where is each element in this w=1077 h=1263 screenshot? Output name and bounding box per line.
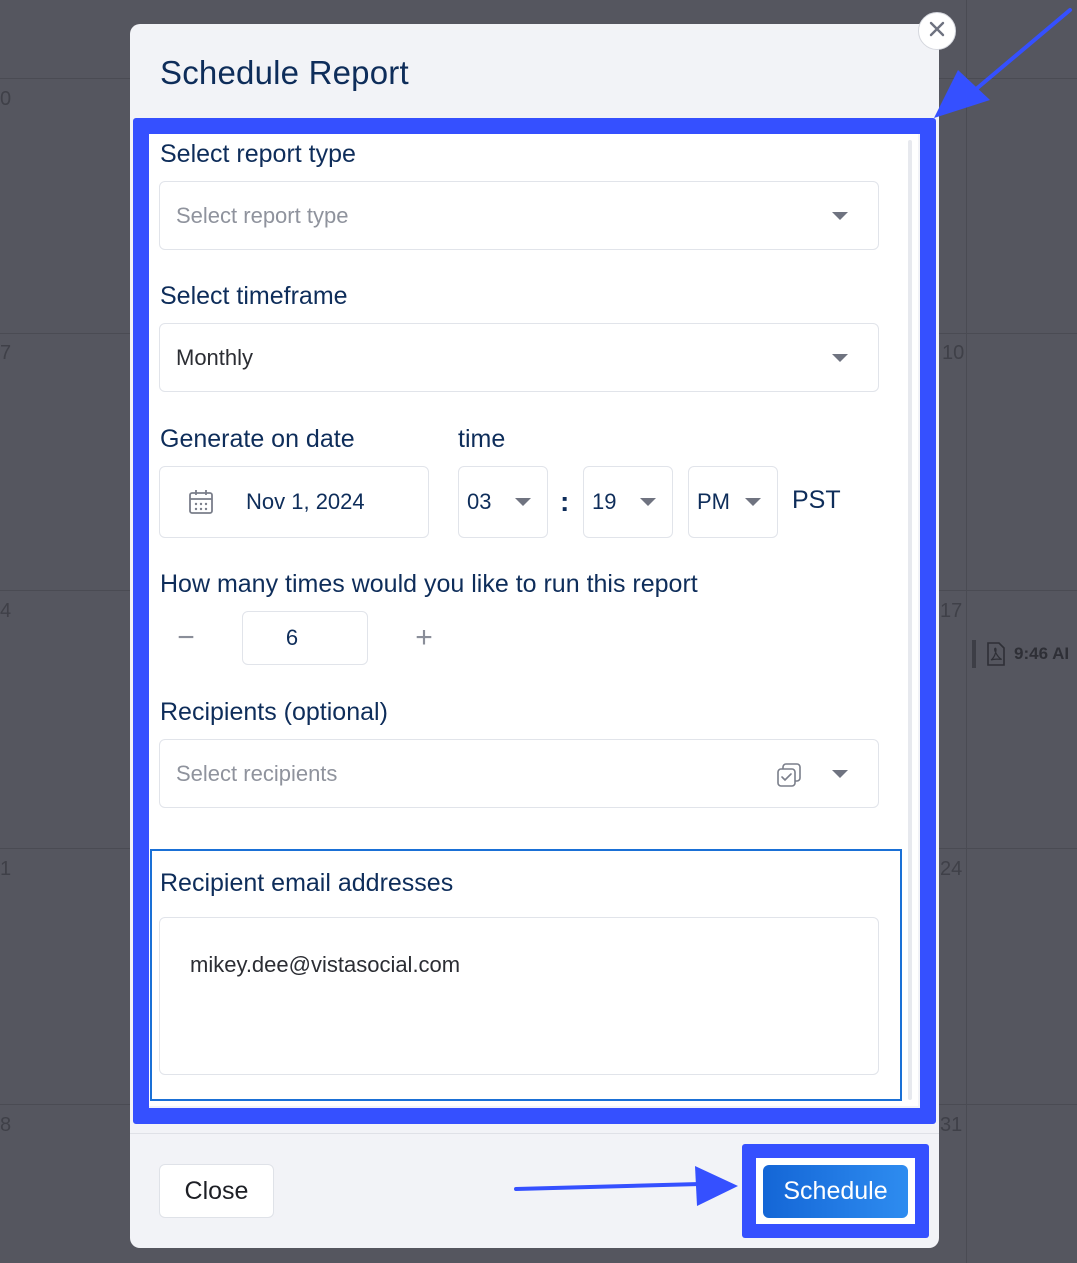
- generate-date-label: Generate on date: [160, 425, 355, 453]
- chevron-down-icon: [832, 770, 848, 778]
- chevron-down-icon: [745, 498, 761, 506]
- schedule-button[interactable]: Schedule: [763, 1165, 908, 1218]
- meridiem-select[interactable]: PM: [688, 466, 778, 538]
- increment-button[interactable]: +: [406, 620, 442, 656]
- close-button[interactable]: Close: [159, 1164, 274, 1218]
- minute-select[interactable]: 19: [583, 466, 673, 538]
- timeframe-select[interactable]: Monthly: [159, 323, 879, 392]
- calendar-day-number: 7: [0, 342, 12, 364]
- calendar-day-number: 17: [940, 600, 963, 622]
- run-count-input[interactable]: 6: [242, 611, 368, 665]
- calendar-day-number: 31: [940, 1114, 963, 1136]
- generate-date-value: Nov 1, 2024: [246, 489, 365, 514]
- generate-date-picker[interactable]: Nov 1, 2024: [159, 466, 429, 538]
- hour-select[interactable]: 03: [458, 466, 548, 538]
- timeframe-value: Monthly: [176, 344, 254, 370]
- email-addresses-textarea[interactable]: mikey.dee@vistasocial.com: [159, 917, 879, 1075]
- chevron-down-icon: [515, 498, 531, 506]
- run-count-value: 6: [285, 625, 299, 650]
- close-icon: [927, 19, 947, 44]
- timezone-label: PST: [792, 486, 841, 514]
- select-all-icon[interactable]: [776, 762, 802, 788]
- calendar-day-number: 24: [940, 858, 963, 880]
- time-label: time: [458, 425, 506, 453]
- email-value: mikey.dee@vistasocial.com: [190, 952, 461, 977]
- calendar-event-time: 9:46 AI: [1014, 644, 1070, 663]
- calendar-day-number: 0: [0, 88, 12, 110]
- meridiem-value: PM: [697, 489, 730, 514]
- footer-divider: [130, 1133, 939, 1134]
- run-count-label: How many times would you like to run thi…: [160, 570, 698, 598]
- report-type-select[interactable]: Select report type: [159, 181, 879, 250]
- pdf-file-icon: [986, 642, 1006, 666]
- plus-icon: +: [415, 621, 433, 654]
- calendar-day-number: 1: [0, 858, 12, 880]
- recipients-label: Recipients (optional): [160, 698, 388, 726]
- decrement-button[interactable]: −: [168, 620, 204, 656]
- calendar-gridline: [966, 0, 967, 1263]
- timeframe-label: Select timeframe: [160, 282, 348, 310]
- calendar-day-number: 8: [0, 1114, 12, 1136]
- chevron-down-icon: [832, 354, 848, 362]
- calendar-day-number: 10: [942, 342, 965, 364]
- report-type-placeholder: Select report type: [176, 202, 349, 228]
- report-type-label: Select report type: [160, 140, 356, 168]
- recipients-placeholder: Select recipients: [176, 760, 338, 786]
- calendar-event[interactable]: 9:46 AI: [972, 640, 1069, 668]
- chevron-down-icon: [640, 498, 656, 506]
- minus-icon: −: [177, 621, 195, 654]
- time-separator: :: [560, 486, 570, 517]
- hour-value: 03: [467, 489, 492, 514]
- recipients-select[interactable]: Select recipients: [159, 739, 879, 808]
- emails-label: Recipient email addresses: [160, 869, 454, 897]
- minute-value: 19: [592, 489, 617, 514]
- modal-scrollbar[interactable]: [908, 140, 912, 1100]
- chevron-down-icon: [832, 212, 848, 220]
- modal-title: Schedule Report: [160, 54, 409, 91]
- modal-close-button[interactable]: [918, 12, 956, 50]
- calendar-day-number: 4: [0, 600, 12, 622]
- calendar-icon: [188, 489, 214, 515]
